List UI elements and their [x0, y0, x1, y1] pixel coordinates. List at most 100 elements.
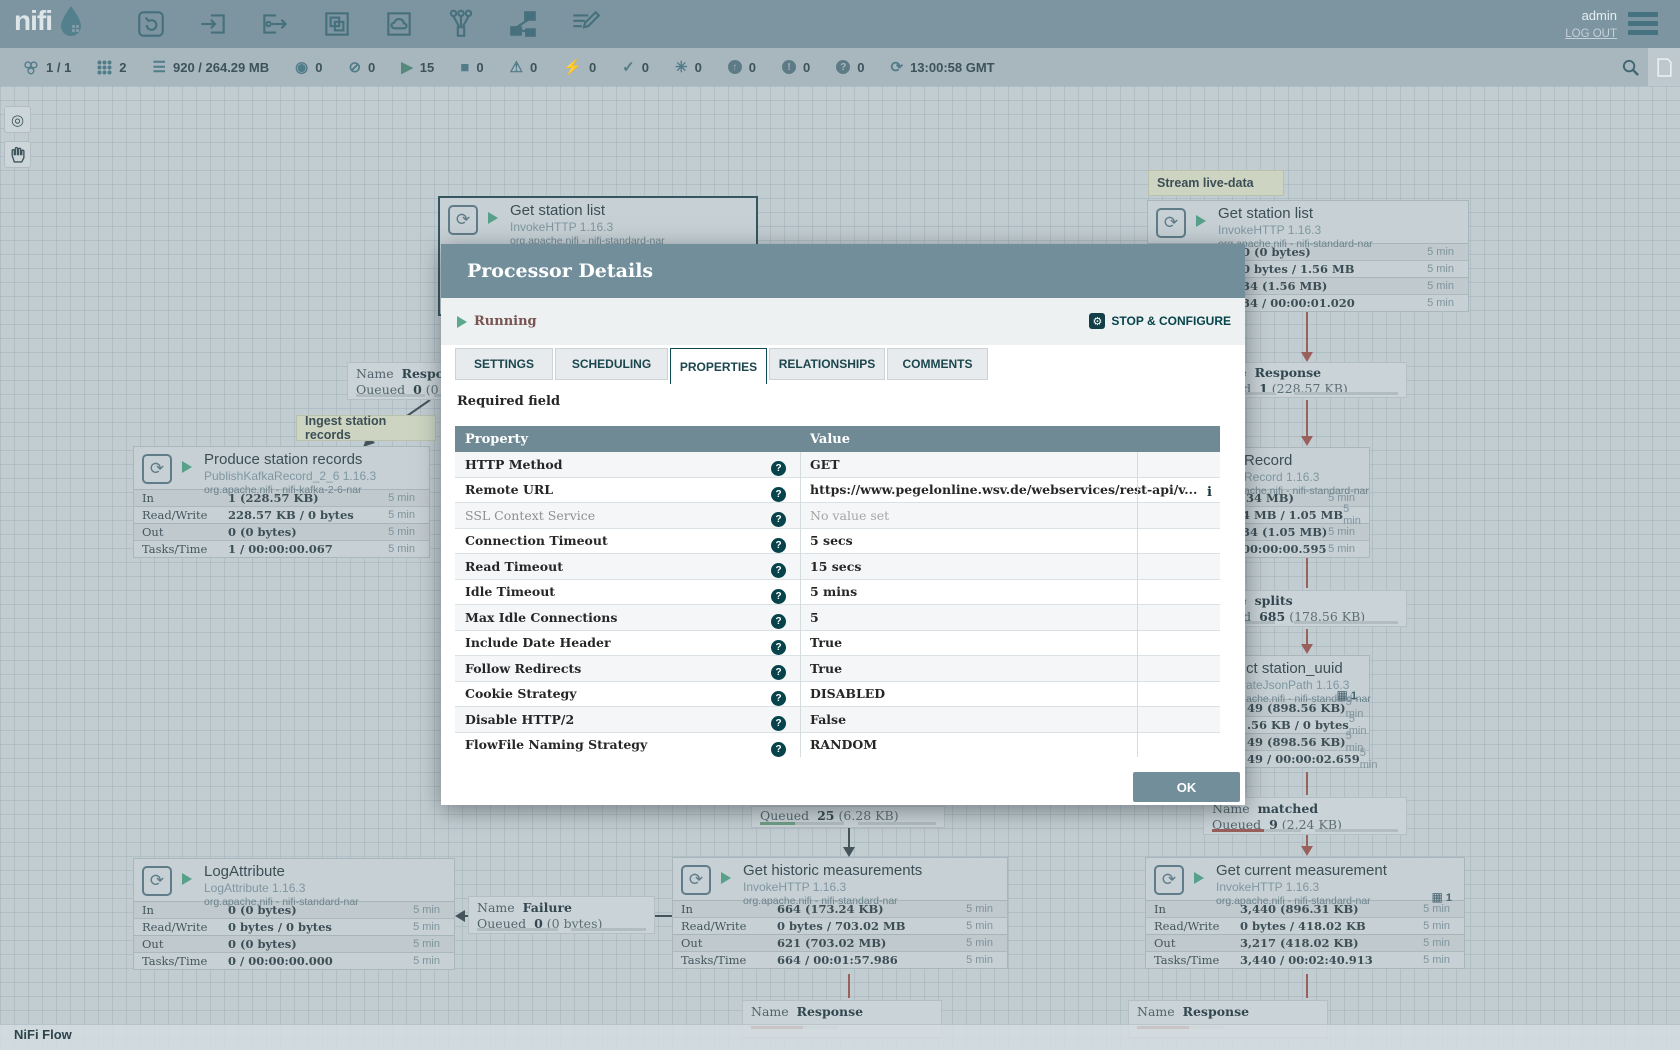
stat-row: Read/Write228.57 KB / 0 bytes5 min — [134, 506, 429, 523]
canvas-label-stream-live-data[interactable]: Stream live-data — [1148, 170, 1284, 196]
processor-glyph-icon: ⟳ — [142, 454, 172, 484]
queued-icon: ☰ — [153, 60, 166, 75]
label-icon[interactable] — [566, 7, 604, 41]
size-progress-bar — [858, 822, 936, 825]
processor-name: LogAttribute — [204, 863, 359, 880]
property-row[interactable]: Max Idle Connections5 — [455, 605, 1220, 631]
ok-button[interactable]: OK — [1133, 772, 1240, 802]
stat-row: Tasks/Time1 / 00:00:00.0675 min — [134, 540, 429, 557]
property-row[interactable]: HTTP MethodGET — [455, 452, 1220, 478]
property-row[interactable]: Connection Timeout5 secs — [455, 529, 1220, 555]
property-row[interactable]: Idle Timeout5 mins — [455, 580, 1220, 606]
processor-type: LogAttribute 1.16.3 — [204, 881, 359, 895]
help-icon[interactable] — [771, 461, 786, 476]
stopped-count: ■0 — [460, 60, 483, 75]
logout-link[interactable]: LOG OUT — [1565, 28, 1617, 40]
canvas-label-ingest-station-records[interactable]: Ingest station records — [296, 415, 436, 441]
processor-name: Get station list — [1218, 205, 1373, 222]
help-icon[interactable] — [771, 691, 786, 706]
help-icon[interactable] — [771, 742, 786, 757]
bulletin-board-icon[interactable] — [1648, 48, 1680, 86]
locally-modified-stale-icon: ! — [782, 60, 796, 74]
processor-log-attribute[interactable]: ⟳ LogAttribute LogAttribute 1.16.3 org.a… — [133, 858, 455, 970]
help-icon[interactable] — [771, 716, 786, 731]
property-row[interactable]: Remote URLhttps://www.pegelonline.wsv.de… — [455, 478, 1220, 504]
current-user: admin — [1582, 8, 1617, 23]
stale-icon: ↑ — [728, 60, 742, 74]
funnel-icon[interactable] — [442, 7, 480, 41]
processor-icon[interactable] — [132, 7, 170, 41]
property-row[interactable]: Follow RedirectsTrue — [455, 656, 1220, 682]
help-icon[interactable] — [771, 665, 786, 680]
stat-row: In0 (0 bytes)5 min — [134, 901, 454, 918]
properties-table: Property Value HTTP MethodGET Remote URL… — [455, 426, 1220, 757]
queue-progress-bar — [356, 394, 425, 397]
connection-label-failure[interactable]: Name Failure Queued 0 (0 bytes) — [468, 896, 655, 934]
help-icon[interactable] — [771, 538, 786, 553]
processor-type: InvokeHTTP 1.16.3 — [510, 220, 665, 234]
help-icon[interactable] — [771, 487, 786, 502]
help-icon[interactable] — [771, 512, 786, 527]
run-status-text: Running — [474, 314, 537, 329]
template-icon[interactable] — [504, 7, 542, 41]
stop-configure-gear-icon — [1089, 313, 1105, 329]
locally-modified-icon: ✳ — [675, 60, 688, 75]
disabled-count: ⚡0 — [563, 60, 596, 75]
dialog-tabs: SETTINGS SCHEDULING PROPERTIES RELATIONS… — [455, 348, 988, 384]
help-icon[interactable] — [771, 563, 786, 578]
help-icon[interactable] — [771, 640, 786, 655]
column-divider — [1137, 452, 1138, 757]
size-progress-bar — [1315, 829, 1398, 832]
remote-process-group-icon[interactable] — [380, 7, 418, 41]
stat-row: Out0 (0 bytes)5 min — [134, 935, 454, 952]
tab-comments[interactable]: COMMENTS — [887, 348, 988, 380]
tab-scheduling[interactable]: SCHEDULING — [555, 348, 668, 380]
transmitting-count: ◉0 — [295, 60, 322, 75]
nifi-logo-text: nifi — [14, 5, 52, 37]
birdseye-toggle-icon[interactable]: ◎ — [4, 106, 31, 133]
property-row[interactable]: FlowFile Naming StrategyRANDOM — [455, 733, 1220, 758]
stopped-icon: ■ — [460, 60, 469, 75]
processor-produce-station-records[interactable]: ⟳ Produce station records PublishKafkaRe… — [133, 446, 430, 558]
connection-label-queued-25[interactable]: Queued 25 (6.28 KB) — [751, 806, 945, 828]
help-icon[interactable] — [771, 614, 786, 629]
refresh-icon: ⟳ — [891, 60, 904, 75]
hand-drag-icon[interactable] — [4, 141, 31, 168]
processor-glyph-icon: ⟳ — [448, 205, 478, 235]
property-row[interactable]: Disable HTTP/2False — [455, 707, 1220, 733]
property-row[interactable]: Include Date HeaderTrue — [455, 631, 1220, 657]
properties-table-header: Property Value — [455, 426, 1220, 452]
tab-settings[interactable]: SETTINGS — [455, 348, 553, 380]
component-toolbar — [132, 7, 604, 41]
global-menu-icon[interactable] — [1628, 12, 1658, 39]
processor-name: Get station list — [510, 202, 665, 219]
process-group-icon[interactable] — [318, 7, 356, 41]
stat-row: Out621 (703.02 MB)5 min — [673, 934, 1007, 951]
info-icon[interactable] — [1207, 485, 1212, 497]
stat-row: In664 (173.24 KB)5 min — [673, 900, 1007, 917]
refresh-status[interactable]: ⟳13:00:58 GMT — [891, 60, 995, 75]
output-port-icon[interactable] — [256, 7, 294, 41]
property-row[interactable]: Cookie StrategyDISABLED — [455, 682, 1220, 708]
app-header: nifi admin LOG OUT — [0, 0, 1680, 48]
processor-name: ct station_uuid — [1246, 660, 1371, 677]
tab-properties[interactable]: PROPERTIES — [670, 348, 767, 384]
help-icon[interactable] — [771, 589, 786, 604]
search-icon[interactable] — [1621, 48, 1640, 86]
invalid-count: ⚠0 — [510, 60, 538, 75]
value-column-header: Value — [800, 432, 850, 447]
processor-glyph-icon: ⟳ — [142, 866, 172, 896]
property-row[interactable]: SSL Context ServiceNo value set — [455, 503, 1220, 529]
queued-stat: ☰920 / 264.29 MB — [153, 60, 270, 75]
breadcrumb[interactable]: NiFi Flow — [14, 1027, 72, 1042]
processor-type: InvokeHTTP 1.16.3 — [743, 880, 922, 894]
processor-get-historic-measurements[interactable]: ⟳ Get historic measurements InvokeHTTP 1… — [672, 857, 1008, 969]
property-row[interactable]: Read Timeout15 secs — [455, 554, 1220, 580]
processor-get-current-measurement[interactable]: ⟳ Get current measurement InvokeHTTP 1.1… — [1145, 857, 1465, 969]
stat-row: Read/Write0 bytes / 703.02 MB5 min — [673, 917, 1007, 934]
stop-and-configure-button[interactable]: STOP & CONFIGURE — [1089, 313, 1231, 329]
transmitting-icon: ◉ — [295, 60, 308, 75]
tab-relationships[interactable]: RELATIONSHIPS — [769, 348, 885, 380]
input-port-icon[interactable] — [194, 7, 232, 41]
stat-row: In3,440 (896.31 KB)5 min — [1146, 900, 1464, 917]
